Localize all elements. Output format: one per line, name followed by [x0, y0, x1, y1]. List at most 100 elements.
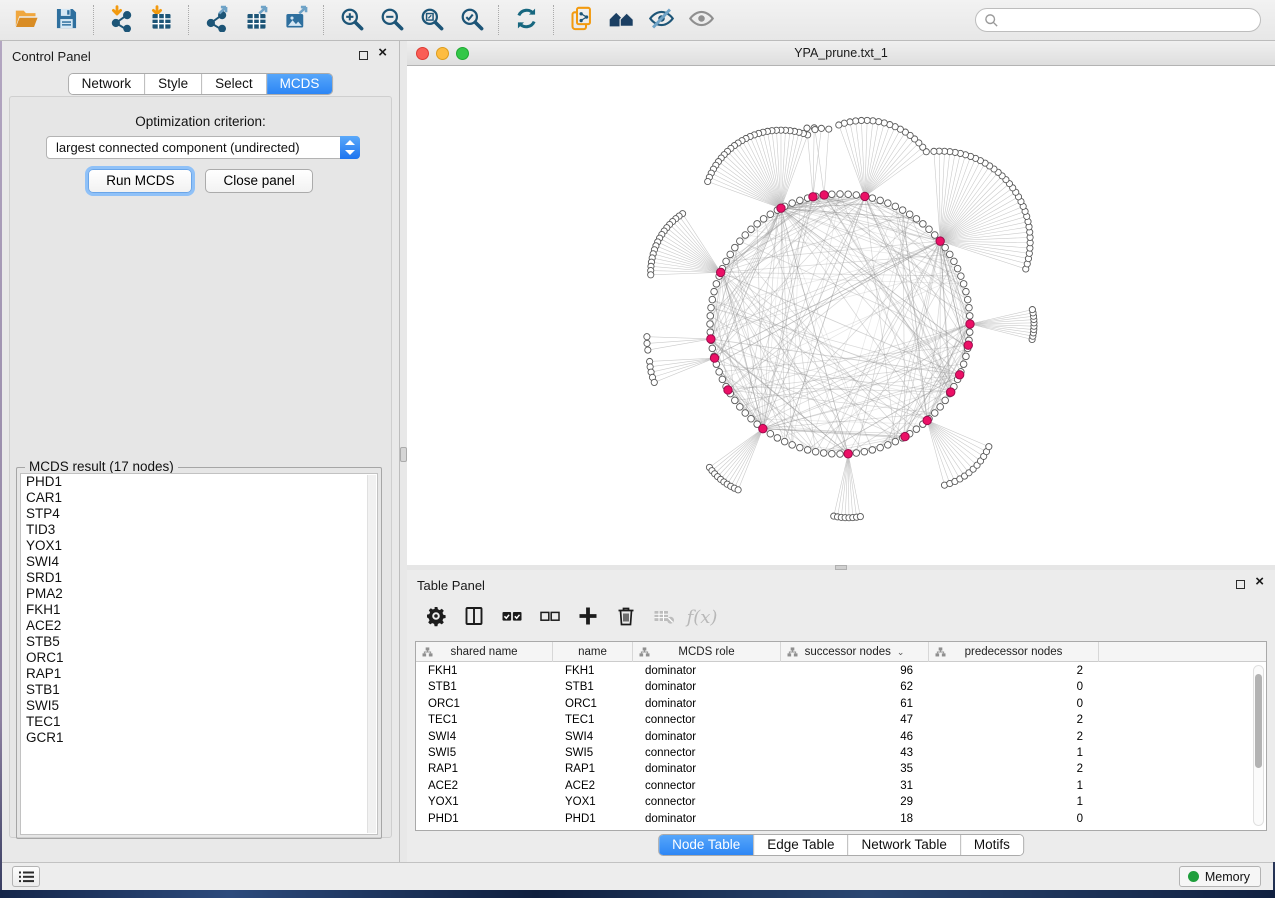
table-cell: 61 [781, 696, 913, 712]
table-cell: 0 [929, 679, 1083, 695]
table-cell: RAP1 [428, 761, 551, 777]
column-header-successor-nodes[interactable]: successor nodes⌄ [781, 642, 929, 662]
show-columns-button[interactable] [455, 599, 493, 635]
select-all-icon [500, 604, 524, 631]
vertical-splitter[interactable] [400, 41, 407, 862]
result-list-scrollbar[interactable] [367, 475, 376, 833]
run-mcds-button[interactable]: Run MCDS [88, 169, 192, 193]
result-list-item[interactable]: PMA2 [21, 586, 377, 602]
hide-selected-button[interactable] [641, 2, 681, 38]
zoom-in-button[interactable] [331, 2, 371, 38]
import-network-button[interactable] [101, 2, 141, 38]
open-file-button[interactable] [6, 2, 46, 38]
tab-select[interactable]: Select [201, 74, 266, 94]
zoom-out-button[interactable] [371, 2, 411, 38]
memory-button[interactable]: Memory [1179, 866, 1261, 887]
toolbar-separator [323, 5, 324, 35]
control-panel-close-icon[interactable]: × [378, 44, 387, 61]
result-list-item[interactable]: CAR1 [21, 490, 377, 506]
tab-network-table[interactable]: Network Table [848, 835, 960, 855]
result-list-item[interactable]: STB5 [21, 634, 377, 650]
import-table-button[interactable] [141, 2, 181, 38]
show-all-button[interactable] [681, 2, 721, 38]
mcds-result-groupbox: MCDS result (17 nodes) PHD1CAR1STP4TID3Y… [16, 467, 382, 839]
select-all-button[interactable] [493, 599, 531, 635]
table-cell: 47 [781, 712, 913, 728]
result-list-item[interactable]: SWI4 [21, 554, 377, 570]
close-panel-button[interactable]: Close panel [205, 169, 312, 193]
table-panel-close-icon[interactable]: × [1255, 573, 1264, 590]
column-header-predecessor-nodes[interactable]: predecessor nodes [929, 642, 1099, 662]
save-session-button[interactable] [46, 2, 86, 38]
import-network-icon [108, 5, 135, 35]
result-list-item[interactable]: PHD1 [21, 474, 377, 490]
delete-table-disabled-icon [652, 604, 676, 631]
result-list-item[interactable]: YOX1 [21, 538, 377, 554]
table-row[interactable]: ORC1ORC1dominator610 [416, 696, 1266, 712]
table-row[interactable]: SWI5SWI5connector431 [416, 745, 1266, 761]
mcds-result-list[interactable]: PHD1CAR1STP4TID3YOX1SWI4SRD1PMA2FKH1ACE2… [20, 473, 378, 835]
task-history-button[interactable] [12, 866, 40, 887]
settings-button[interactable] [417, 599, 455, 635]
result-list-item[interactable]: GCR1 [21, 730, 377, 746]
export-image-button[interactable] [276, 2, 316, 38]
export-network-button[interactable] [196, 2, 236, 38]
column-header-MCDS-role[interactable]: MCDS role [633, 642, 781, 662]
unselect-all-button[interactable] [531, 599, 569, 635]
table-cell: YOX1 [428, 794, 551, 810]
leaf-nodes[interactable] [644, 117, 1037, 521]
table-header-row: shared namenameMCDS rolesuccessor nodes⌄… [416, 642, 1266, 662]
table-row[interactable]: SWI4SWI4dominator462 [416, 729, 1266, 745]
result-list-item[interactable]: STB1 [21, 682, 377, 698]
result-list-item[interactable]: TEC1 [21, 714, 377, 730]
table-row[interactable]: PHD1PHD1dominator180 [416, 811, 1266, 827]
table-row[interactable]: YOX1YOX1connector291 [416, 794, 1266, 810]
first-neighbors-button[interactable] [601, 2, 641, 38]
control-panel-tabs: NetworkStyleSelectMCDS [68, 73, 334, 95]
table-toolbar: f(x) [417, 596, 721, 638]
table-row[interactable]: TEC1TEC1connector472 [416, 712, 1266, 728]
tab-node-table[interactable]: Node Table [659, 835, 753, 855]
column-header-name[interactable]: name [553, 642, 633, 662]
toolbar-separator [498, 5, 499, 35]
tab-network[interactable]: Network [69, 74, 145, 94]
table-row[interactable]: RAP1RAP1dominator352 [416, 761, 1266, 777]
table-cell: 29 [781, 794, 913, 810]
result-list-item[interactable]: RAP1 [21, 666, 377, 682]
table-scrollbar-thumb[interactable] [1255, 674, 1262, 768]
table-panel-float-icon[interactable] [1236, 580, 1245, 589]
table-cell: RAP1 [565, 761, 631, 777]
status-bar: Memory [2, 862, 1273, 890]
search-input[interactable] [975, 8, 1261, 32]
dropdown-stepper-icon [340, 136, 360, 159]
zoom-fit-button[interactable] [411, 2, 451, 38]
table-scrollbar[interactable] [1253, 665, 1264, 826]
create-column-button[interactable] [569, 599, 607, 635]
table-row[interactable]: STB1STB1dominator620 [416, 679, 1266, 695]
result-list-item[interactable]: SWI5 [21, 698, 377, 714]
table-row[interactable]: FKH1FKH1dominator962 [416, 663, 1266, 679]
duplicate-network-button[interactable] [561, 2, 601, 38]
delete-columns-button[interactable] [607, 599, 645, 635]
tab-edge-table[interactable]: Edge Table [753, 835, 847, 855]
result-list-item[interactable]: FKH1 [21, 602, 377, 618]
tab-style[interactable]: Style [144, 74, 201, 94]
control-panel-float-icon[interactable] [359, 51, 368, 60]
column-header-shared-name[interactable]: shared name [416, 642, 553, 662]
table-cell: connector [645, 794, 779, 810]
table-row[interactable]: ACE2ACE2connector311 [416, 778, 1266, 794]
criterion-dropdown[interactable]: largest connected component (undirected) [46, 136, 360, 159]
result-list-item[interactable]: TID3 [21, 522, 377, 538]
result-list-item[interactable]: SRD1 [21, 570, 377, 586]
export-table-button[interactable] [236, 2, 276, 38]
network-view-window: YPA_prune.txt_1 [407, 41, 1275, 565]
zoom-selected-button[interactable] [451, 2, 491, 38]
vertical-splitter-handle[interactable] [400, 447, 407, 462]
result-list-item[interactable]: ACE2 [21, 618, 377, 634]
refresh-view-button[interactable] [506, 2, 546, 38]
result-list-item[interactable]: STP4 [21, 506, 377, 522]
network-canvas[interactable] [407, 66, 1275, 565]
tab-motifs[interactable]: Motifs [960, 835, 1023, 855]
result-list-item[interactable]: ORC1 [21, 650, 377, 666]
tab-mcds[interactable]: MCDS [266, 74, 333, 94]
